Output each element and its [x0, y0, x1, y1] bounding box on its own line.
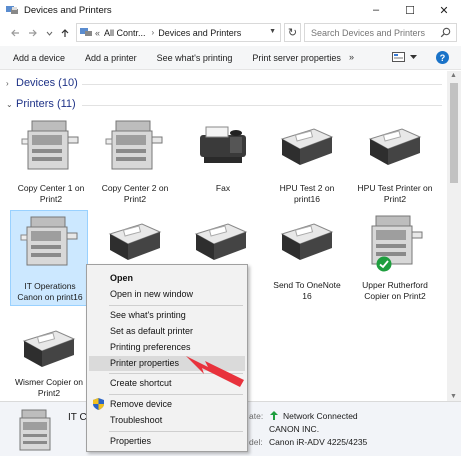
printer-label: HPU Test 2 on print16 — [279, 183, 335, 204]
address-row: « All Contr... › Devices and Printers ▼ … — [0, 22, 461, 44]
menu-separator — [109, 394, 243, 395]
printer-tile[interactable]: Copy Center 1 on Print2 — [12, 115, 90, 211]
add-printer-button[interactable]: Add a printer — [79, 53, 143, 63]
view-icon — [392, 52, 405, 62]
printer-icon — [368, 128, 422, 165]
menu-item-remove-device[interactable]: Remove device — [87, 397, 247, 412]
forward-arrow-icon — [29, 29, 37, 37]
printer-label: IT Operations Canon on print16 — [17, 281, 83, 302]
menu-item-troubleshoot[interactable]: Troubleshoot — [87, 413, 247, 428]
copier-icon — [21, 120, 79, 170]
printer-label: Copy Center 2 on Print2 — [101, 183, 169, 204]
collapse-caret-icon: ⌄ — [6, 99, 13, 109]
copier-icon — [20, 216, 78, 266]
printer-tile[interactable]: Wismer Copier on Print2 — [10, 317, 88, 401]
title-bar: Devices and Printers – ☐ ✕ — [0, 0, 461, 20]
group-divider — [82, 84, 442, 85]
help-icon: ? — [439, 52, 446, 63]
more-commands-button[interactable]: » — [349, 52, 354, 62]
details-state-key: ate: — [249, 411, 264, 421]
close-button[interactable]: ✕ — [427, 0, 461, 20]
refresh-button[interactable]: ↻ — [284, 23, 301, 42]
menu-item-properties[interactable]: Properties — [87, 434, 247, 449]
default-printer-check-icon — [376, 256, 392, 272]
printer-icon — [280, 128, 334, 165]
printer-icon — [108, 223, 162, 260]
printer-tile-default[interactable]: Upper Rutherford Copier on Print2 — [356, 210, 434, 306]
details-model-value: Canon iR-ADV 4225/4235 — [269, 437, 368, 447]
maximize-button[interactable]: ☐ — [393, 0, 427, 20]
vertical-scrollbar[interactable]: ▲ ▼ — [447, 71, 461, 401]
view-dropdown-icon — [410, 54, 417, 59]
printers-group-label: Printers (11) — [16, 98, 76, 110]
printer-tile[interactable]: Send To OneNote 16 — [268, 210, 346, 306]
window-title: Devices and Printers — [24, 4, 112, 16]
printer-tile[interactable]: Fax — [184, 115, 262, 211]
breadcrumb-separator[interactable]: › — [152, 28, 155, 37]
breadcrumb-overflow[interactable]: « — [95, 28, 100, 38]
scroll-down-icon[interactable]: ▼ — [450, 393, 457, 400]
printer-label: Send To OneNote 16 — [273, 280, 341, 301]
recent-locations-button[interactable] — [42, 25, 56, 41]
copier-icon — [371, 215, 423, 265]
copier-icon — [105, 120, 163, 170]
back-button[interactable] — [8, 25, 22, 41]
menu-item-open[interactable]: Open — [87, 271, 247, 286]
selected-copier-icon — [19, 409, 51, 451]
printer-tile[interactable]: HPU Test Printer on Print2 — [356, 115, 434, 211]
scrollbar-thumb[interactable] — [450, 83, 458, 183]
see-whats-printing-button[interactable]: See what's printing — [151, 53, 239, 63]
search-input[interactable] — [311, 27, 439, 38]
add-device-button[interactable]: Add a device — [0, 53, 71, 63]
chevron-down-icon — [46, 31, 52, 36]
printer-icon — [194, 223, 248, 260]
printer-tile-selected[interactable]: IT Operations Canon on print16 — [10, 210, 88, 306]
printer-label: Wismer Copier on Print2 — [14, 377, 84, 398]
menu-separator — [109, 305, 243, 306]
details-state-value: Network Connected — [283, 411, 358, 421]
devices-group-label: Devices (10) — [16, 77, 78, 89]
search-icon — [440, 27, 451, 38]
devices-group-header[interactable]: › Devices (10) — [6, 77, 78, 89]
up-arrow-icon — [61, 29, 69, 37]
group-divider — [82, 105, 442, 106]
details-device-name: IT C — [68, 412, 87, 423]
help-button[interactable]: ? — [436, 51, 449, 64]
printer-icon — [280, 223, 334, 260]
printer-label: Copy Center 1 on Print2 — [17, 183, 85, 204]
change-view-button[interactable] — [392, 52, 417, 62]
expand-caret-icon: › — [6, 78, 9, 88]
back-arrow-icon — [11, 29, 19, 37]
scroll-up-icon[interactable]: ▲ — [450, 72, 457, 79]
fax-icon — [200, 126, 246, 163]
forward-button[interactable] — [26, 25, 40, 41]
details-manufacturer-value: CANON INC. — [269, 424, 320, 434]
pointer-arrow-icon — [186, 356, 244, 387]
menu-separator — [109, 431, 243, 432]
minimize-button[interactable]: – — [359, 0, 393, 20]
printer-tile[interactable]: Copy Center 2 on Print2 — [96, 115, 174, 211]
up-button[interactable] — [58, 25, 72, 41]
address-dropdown-icon[interactable]: ▼ — [269, 28, 276, 35]
printers-group-header[interactable]: ⌄ Printers (11) — [6, 98, 76, 110]
breadcrumb-all-control-panel[interactable]: All Contr... — [104, 28, 146, 38]
print-server-properties-button[interactable]: Print server properties — [246, 53, 347, 63]
menu-item-set-default[interactable]: Set as default printer — [87, 324, 247, 339]
command-bar: Add a device Add a printer See what's pr… — [0, 46, 461, 70]
network-icon — [270, 411, 278, 420]
menu-item-open-new-window[interactable]: Open in new window — [87, 287, 247, 302]
devices-printers-icon — [6, 6, 18, 14]
printer-label: Upper Rutherford Copier on Print2 — [362, 280, 428, 301]
control-panel-icon — [80, 28, 92, 36]
menu-item-see-whats-printing[interactable]: See what's printing — [87, 308, 247, 323]
address-bar[interactable]: « All Contr... › Devices and Printers ▼ — [76, 23, 281, 42]
search-box[interactable] — [304, 23, 457, 42]
details-model-key: del: — [249, 437, 263, 447]
printer-label: Fax — [215, 183, 231, 193]
refresh-icon: ↻ — [287, 27, 298, 39]
printer-label: HPU Test Printer on Print2 — [357, 183, 433, 204]
printer-tile[interactable]: HPU Test 2 on print16 — [268, 115, 346, 211]
printer-icon — [22, 330, 76, 367]
breadcrumb-devices-printers[interactable]: Devices and Printers — [158, 28, 241, 38]
